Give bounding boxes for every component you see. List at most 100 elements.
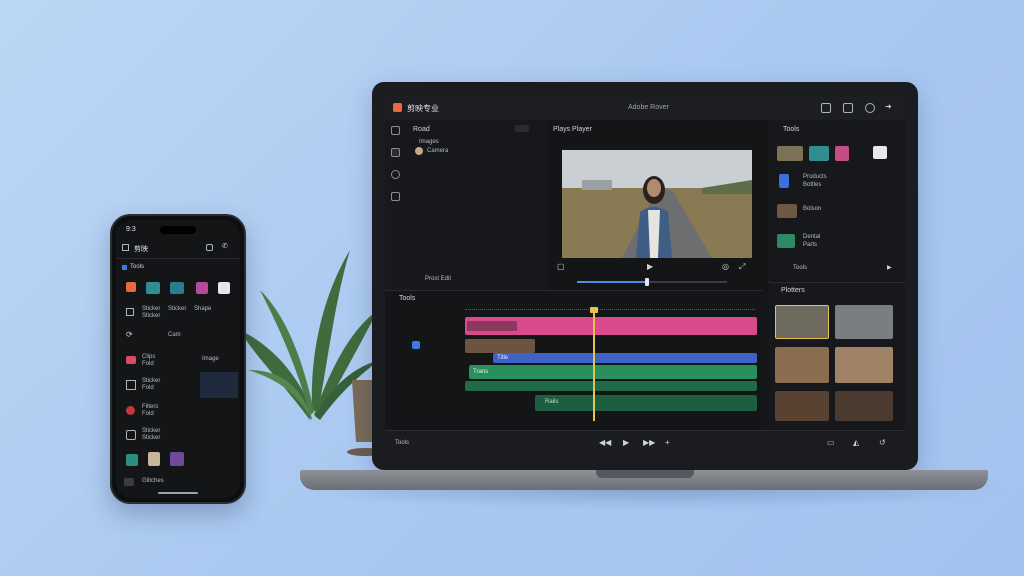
asset-thumb[interactable] — [873, 146, 887, 159]
editor-window: 剪映专业 Adobe Rover ➜ Road Images Camera Pr… — [385, 96, 905, 456]
clip-thumb[interactable] — [835, 305, 893, 339]
audio-track-clip-2[interactable] — [535, 395, 757, 411]
clip-thumb-selected[interactable] — [775, 305, 829, 339]
clips-panel: Plotters — [769, 282, 905, 429]
dynamic-island — [160, 226, 196, 234]
play-icon[interactable]: ▶ — [623, 438, 629, 447]
row-label[interactable]: Sticker — [142, 306, 160, 312]
fullscreen-icon[interactable]: ⤢ — [739, 262, 745, 272]
preview-frame — [562, 150, 752, 258]
next-frame-icon[interactable]: ▶▶ — [643, 438, 655, 447]
row-sub: Sticker — [142, 313, 161, 319]
clip-thumb[interactable] — [775, 347, 829, 383]
audio-tool-icon[interactable] — [391, 170, 400, 179]
clip-thumb[interactable] — [775, 391, 829, 421]
assets-title: Tools — [783, 126, 800, 133]
playhead[interactable] — [593, 311, 595, 421]
tool-thumb[interactable] — [218, 282, 230, 294]
import-button[interactable] — [515, 125, 529, 132]
row-sub: Fold — [142, 411, 154, 417]
bottom-label: Tools — [395, 440, 410, 446]
snapshot-icon[interactable]: ◎ — [722, 262, 729, 271]
asset-thumb[interactable] — [779, 174, 789, 188]
time-ruler[interactable] — [465, 305, 755, 310]
row-sub: Fold — [142, 385, 154, 391]
app-logo-icon — [393, 103, 402, 112]
tool-thumb[interactable] — [126, 282, 136, 292]
undo-icon[interactable]: ↺ — [879, 438, 886, 447]
asset-thumb[interactable] — [777, 146, 803, 161]
settings-icon[interactable] — [865, 103, 875, 113]
asset-sub: Bottles — [803, 182, 822, 188]
row-thumb[interactable] — [126, 454, 138, 466]
divider — [116, 258, 240, 259]
clip-label: Trans — [473, 369, 489, 375]
layout-icon[interactable] — [843, 103, 853, 113]
tool-thumb[interactable] — [146, 282, 160, 294]
add-icon[interactable]: + — [665, 438, 670, 447]
row-thumb[interactable] — [148, 452, 160, 466]
home-icon[interactable] — [122, 244, 129, 251]
row-label[interactable]: Clips — [142, 354, 155, 360]
clip-label: Title — [497, 355, 509, 361]
asset-thumb[interactable] — [809, 146, 829, 161]
app-title: 剪映专业 — [407, 104, 439, 113]
text-track-clip[interactable] — [493, 353, 757, 363]
grid-label[interactable]: Sticker — [168, 306, 186, 312]
phone-icon[interactable]: ✆ — [222, 242, 228, 250]
timeline-panel: Tools Title Trans Rails — [385, 290, 763, 431]
audio-track-clip[interactable] — [465, 381, 757, 391]
asset-thumb[interactable] — [777, 234, 795, 248]
row-thumb[interactable] — [126, 356, 136, 364]
record-icon[interactable] — [126, 406, 135, 415]
play-button[interactable]: ▶ — [647, 262, 653, 271]
prev-frame-icon[interactable]: ◀◀ — [599, 438, 611, 447]
media-item[interactable]: Camera — [427, 148, 448, 154]
section-icon — [122, 265, 127, 270]
comment-icon[interactable]: ▭ — [827, 438, 835, 447]
phone-screen: 9:3 剪映 ✆ Tools Sticker Sticker Sticker S… — [116, 220, 240, 498]
row-label[interactable]: Image — [202, 356, 219, 362]
link-icon[interactable]: ⟳ — [126, 330, 133, 339]
video-preview[interactable] — [562, 150, 752, 258]
asset-thumb[interactable] — [777, 204, 797, 218]
fit-icon[interactable]: ▢ — [557, 262, 565, 271]
asset-label: Products — [803, 174, 827, 180]
track-icon[interactable] — [412, 341, 420, 349]
media-tool-icon[interactable] — [391, 126, 400, 135]
row-icon — [126, 430, 136, 440]
row-thumb[interactable] — [170, 452, 184, 466]
grid-label[interactable]: Cam — [168, 332, 181, 338]
next-icon[interactable]: ▶ — [887, 264, 892, 271]
row-label[interactable]: Sticker — [142, 378, 160, 384]
asset-label: Dental — [803, 234, 821, 240]
media-panel: Road Images Camera Prost Edit — [407, 120, 548, 290]
feedback-icon[interactable] — [821, 103, 831, 113]
share-icon[interactable] — [206, 244, 213, 251]
tool-thumb[interactable] — [170, 282, 184, 294]
clip-thumb[interactable] — [835, 347, 893, 383]
waveform-preview[interactable] — [200, 372, 238, 398]
player-title: Plays Player — [553, 126, 592, 133]
asset-thumb[interactable] — [835, 146, 849, 161]
grid-label[interactable]: Shape — [194, 306, 211, 312]
media-item[interactable]: Images — [419, 139, 439, 145]
row-icon — [126, 308, 134, 316]
row-sub: Sticker — [142, 435, 161, 441]
volume-icon[interactable]: ◭ — [853, 438, 859, 447]
row-label[interactable]: Filters — [142, 404, 158, 410]
phone-device: 9:3 剪映 ✆ Tools Sticker Sticker Sticker S… — [110, 214, 246, 504]
effect-track-clip[interactable] — [469, 365, 757, 379]
asset-label: Bolson — [803, 206, 822, 212]
tool-thumb[interactable] — [196, 282, 208, 294]
effects-tool-icon[interactable] — [391, 192, 400, 201]
playhead-handle[interactable] — [590, 307, 598, 313]
scrub-handle[interactable] — [645, 278, 649, 286]
broll-clip[interactable] — [465, 339, 535, 353]
row-label[interactable]: Glitches — [142, 478, 164, 484]
media-panel-footer: Prost Edit — [425, 276, 452, 282]
text-tool-icon[interactable] — [391, 148, 400, 157]
export-icon[interactable]: ➜ — [885, 102, 892, 111]
row-label[interactable]: Sticker — [142, 428, 160, 434]
clip-thumb[interactable] — [835, 391, 893, 421]
